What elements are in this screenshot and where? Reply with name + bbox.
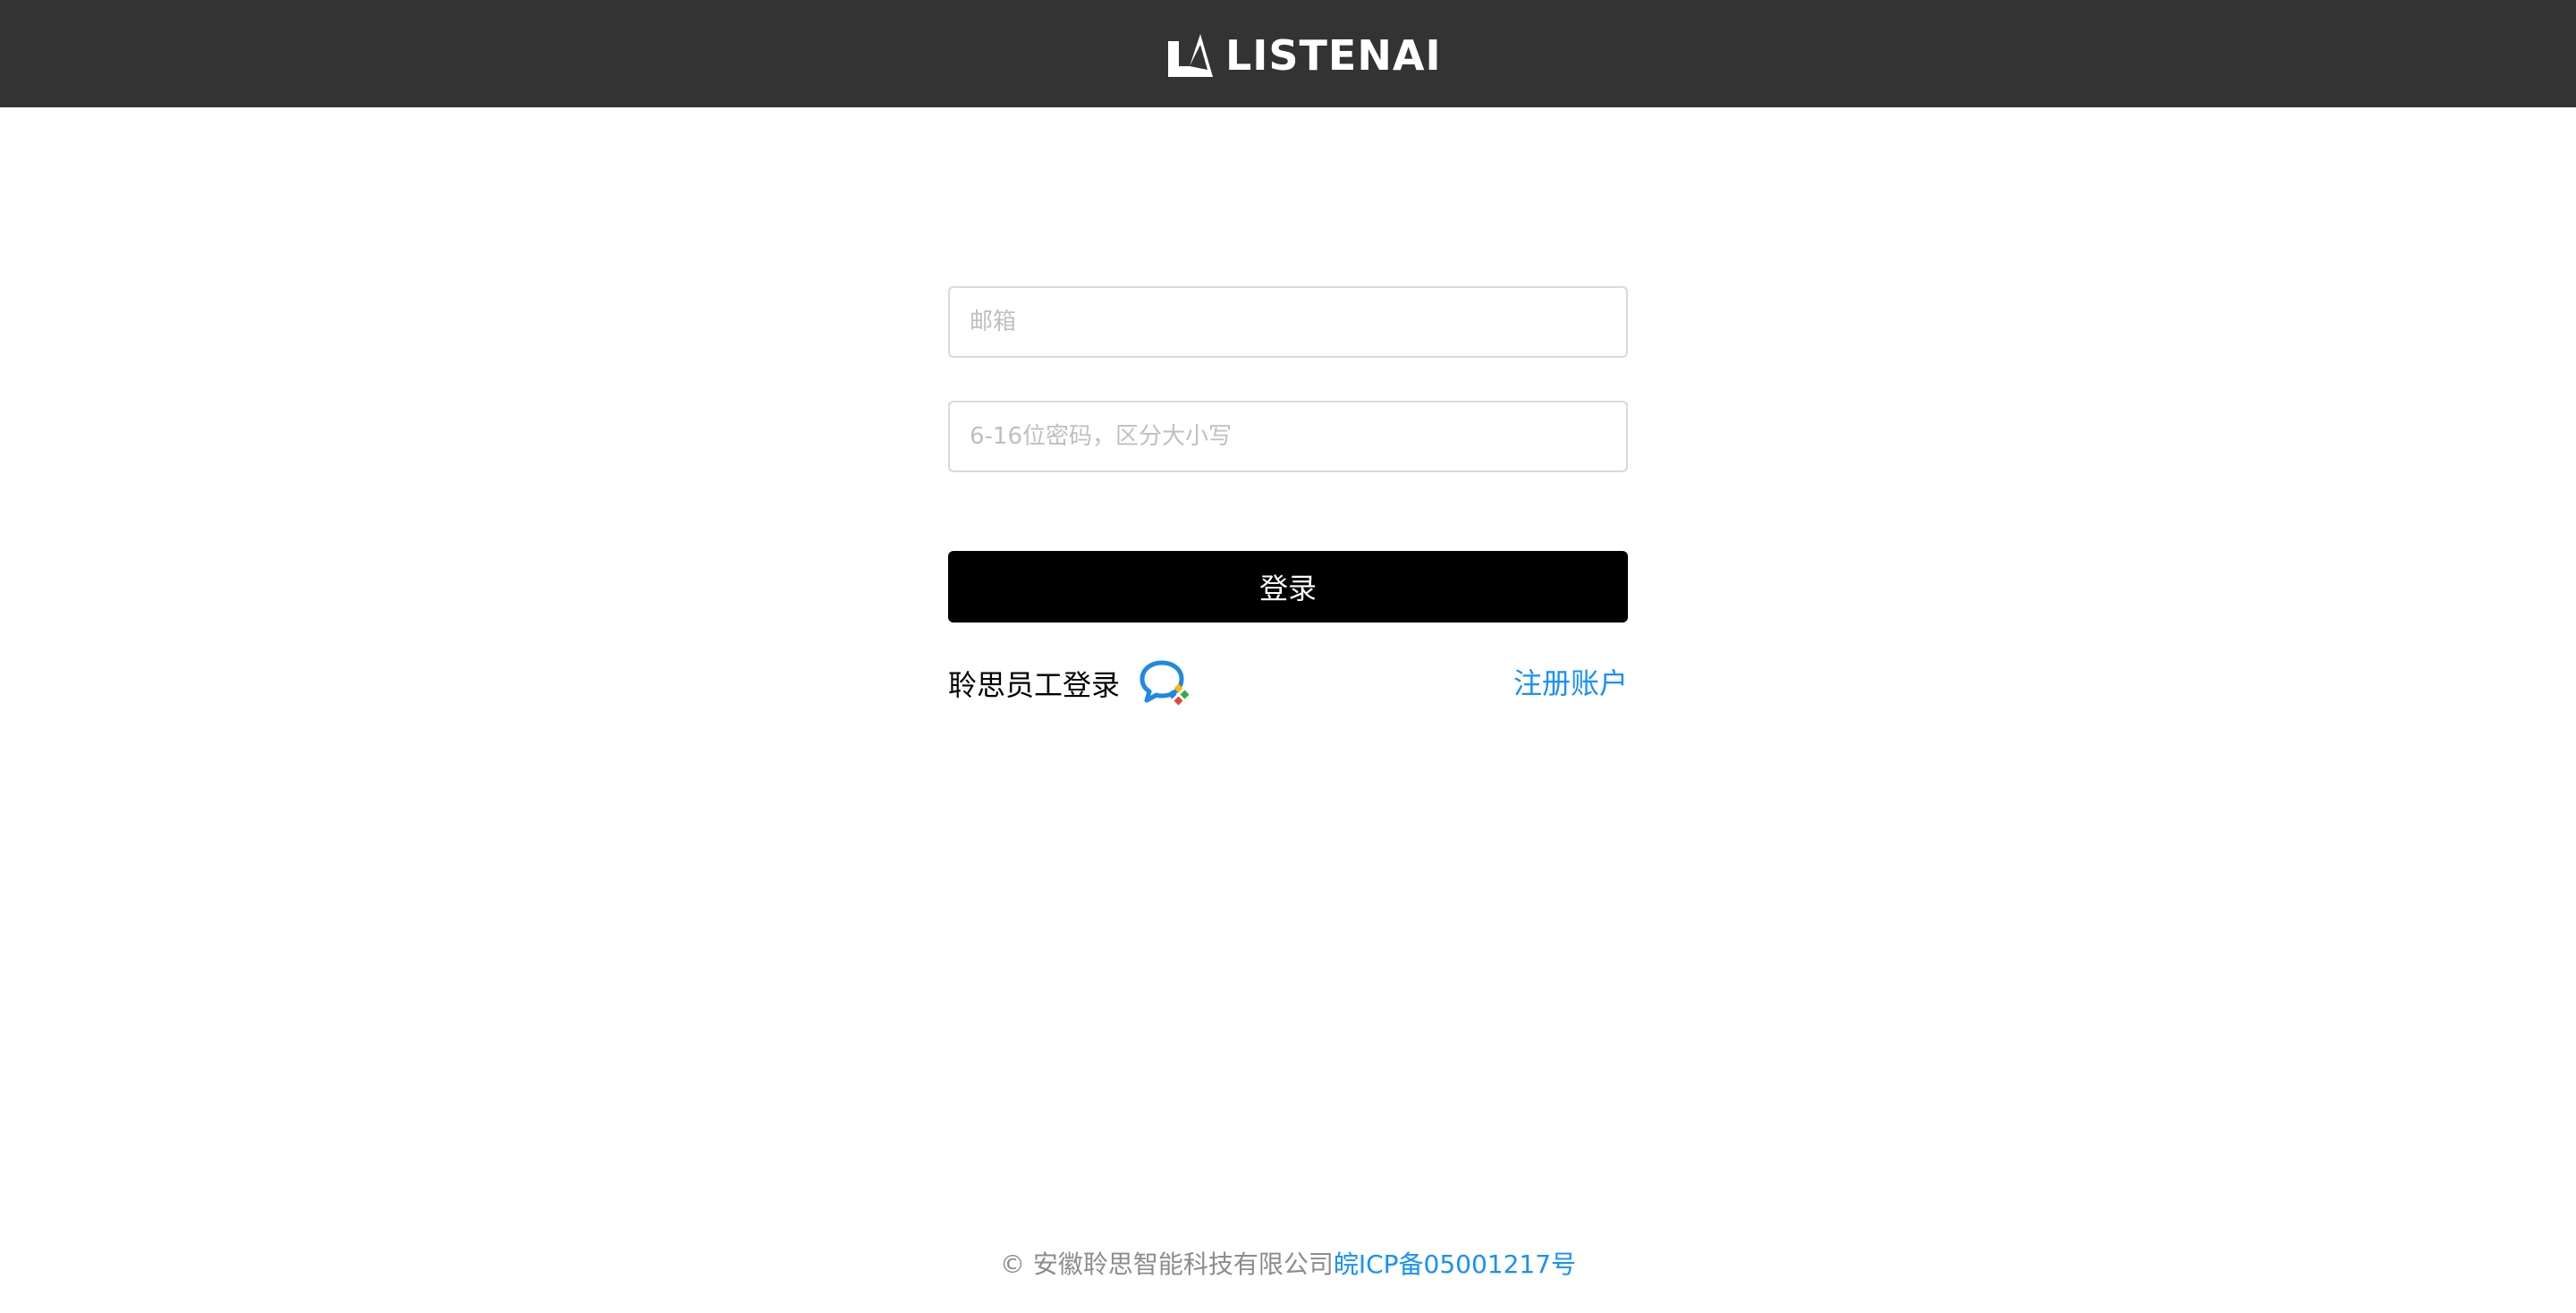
listenai-logo-icon — [1168, 34, 1213, 77]
login-button[interactable]: 登录 — [948, 551, 1628, 623]
footer: © 安徽聆思智能科技有限公司皖ICP备05001217号 — [0, 1245, 2576, 1284]
brand-logo[interactable]: LISTENAI — [1168, 33, 1442, 78]
brand-name: LISTENAI — [1225, 31, 1442, 80]
chat-bubble-icon[interactable] — [1140, 659, 1195, 707]
copyright-text: © 安徽聆思智能科技有限公司 — [999, 1249, 1334, 1279]
email-input[interactable] — [948, 286, 1628, 358]
staff-login-link[interactable]: 聆思员工登录 — [948, 655, 1195, 712]
top-header: LISTENAI — [0, 0, 2576, 107]
staff-login-label: 聆思员工登录 — [948, 668, 1121, 702]
register-link[interactable]: 注册账户 — [1513, 655, 1628, 712]
icp-link[interactable]: 皖ICP备05001217号 — [1334, 1249, 1576, 1279]
password-input[interactable] — [948, 401, 1628, 472]
